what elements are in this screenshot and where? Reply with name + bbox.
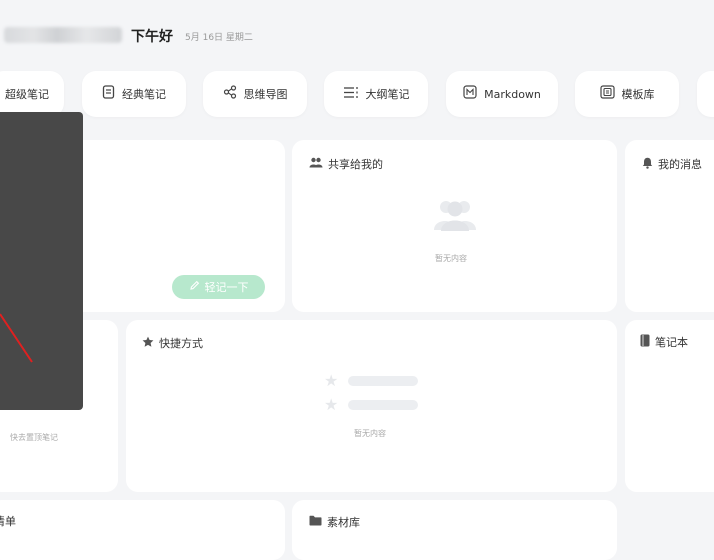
- placeholder-bar: [348, 400, 418, 410]
- tool-label: 大纲笔记: [365, 88, 410, 101]
- tool-markdown[interactable]: Markdown: [446, 71, 558, 117]
- people-placeholder-icon: [434, 198, 476, 236]
- greeting: 下午好: [131, 29, 173, 45]
- empty-text: 暂无内容: [435, 254, 467, 263]
- people-icon: [309, 157, 323, 171]
- messages-title: 我的消息: [658, 158, 702, 171]
- empty-text: 暂无内容: [354, 429, 386, 438]
- tool-template-library[interactable]: 模板库: [575, 71, 679, 117]
- materials-title: 素材库: [327, 516, 360, 529]
- folder-icon: [309, 515, 322, 529]
- tool-more[interactable]: [697, 71, 714, 117]
- notebook-title: 笔记本: [655, 336, 688, 349]
- pencil-icon: [189, 280, 200, 294]
- date-label: 5月 16日 星期二: [185, 33, 253, 43]
- shortcuts-title: 快捷方式: [159, 337, 203, 350]
- shared-card: 共享给我的 暂无内容: [292, 140, 617, 312]
- pinned-empty-text: 快去置顶笔记: [10, 433, 58, 442]
- tool-label: 思维导图: [243, 88, 288, 101]
- tool-label: 模板库: [621, 88, 655, 101]
- notebook-icon: [640, 334, 650, 350]
- tool-label: 经典笔记: [122, 88, 166, 101]
- markdown-icon: [463, 85, 477, 103]
- red-arrow-icon: [0, 300, 40, 374]
- tool-label: 超级笔记: [5, 88, 49, 101]
- list-title: 清单: [0, 515, 16, 528]
- template-library-icon: [599, 85, 615, 103]
- placeholder-star-icon: ★: [324, 371, 339, 390]
- mind-map-icon: [223, 85, 237, 103]
- materials-card: 素材库: [292, 500, 617, 560]
- placeholder-star-icon: ★: [324, 395, 339, 414]
- outline-note-icon: [343, 86, 359, 103]
- list-card: 清单: [0, 500, 285, 560]
- bell-icon: [642, 157, 653, 172]
- shortcuts-card: 快捷方式 ★ ★ 暂无内容: [126, 320, 617, 492]
- notebook-card: 笔记本: [625, 320, 714, 492]
- shared-title: 共享给我的: [328, 158, 383, 171]
- messages-card: 我的消息: [625, 140, 714, 312]
- classic-note-icon: [102, 85, 115, 103]
- quick-note-label: 轻记一下: [204, 281, 249, 294]
- tool-label: Markdown: [484, 87, 541, 101]
- tool-classic-note[interactable]: 经典笔记: [82, 71, 186, 117]
- tool-mind-map[interactable]: 思维导图: [203, 71, 307, 117]
- placeholder-bar: [348, 376, 418, 386]
- quick-note-button[interactable]: 轻记一下: [172, 275, 265, 299]
- tool-super-note[interactable]: 超级笔记: [0, 71, 64, 117]
- tool-outline-note[interactable]: 大纲笔记: [324, 71, 428, 117]
- blurred-username: [4, 27, 122, 43]
- star-icon: [142, 336, 154, 351]
